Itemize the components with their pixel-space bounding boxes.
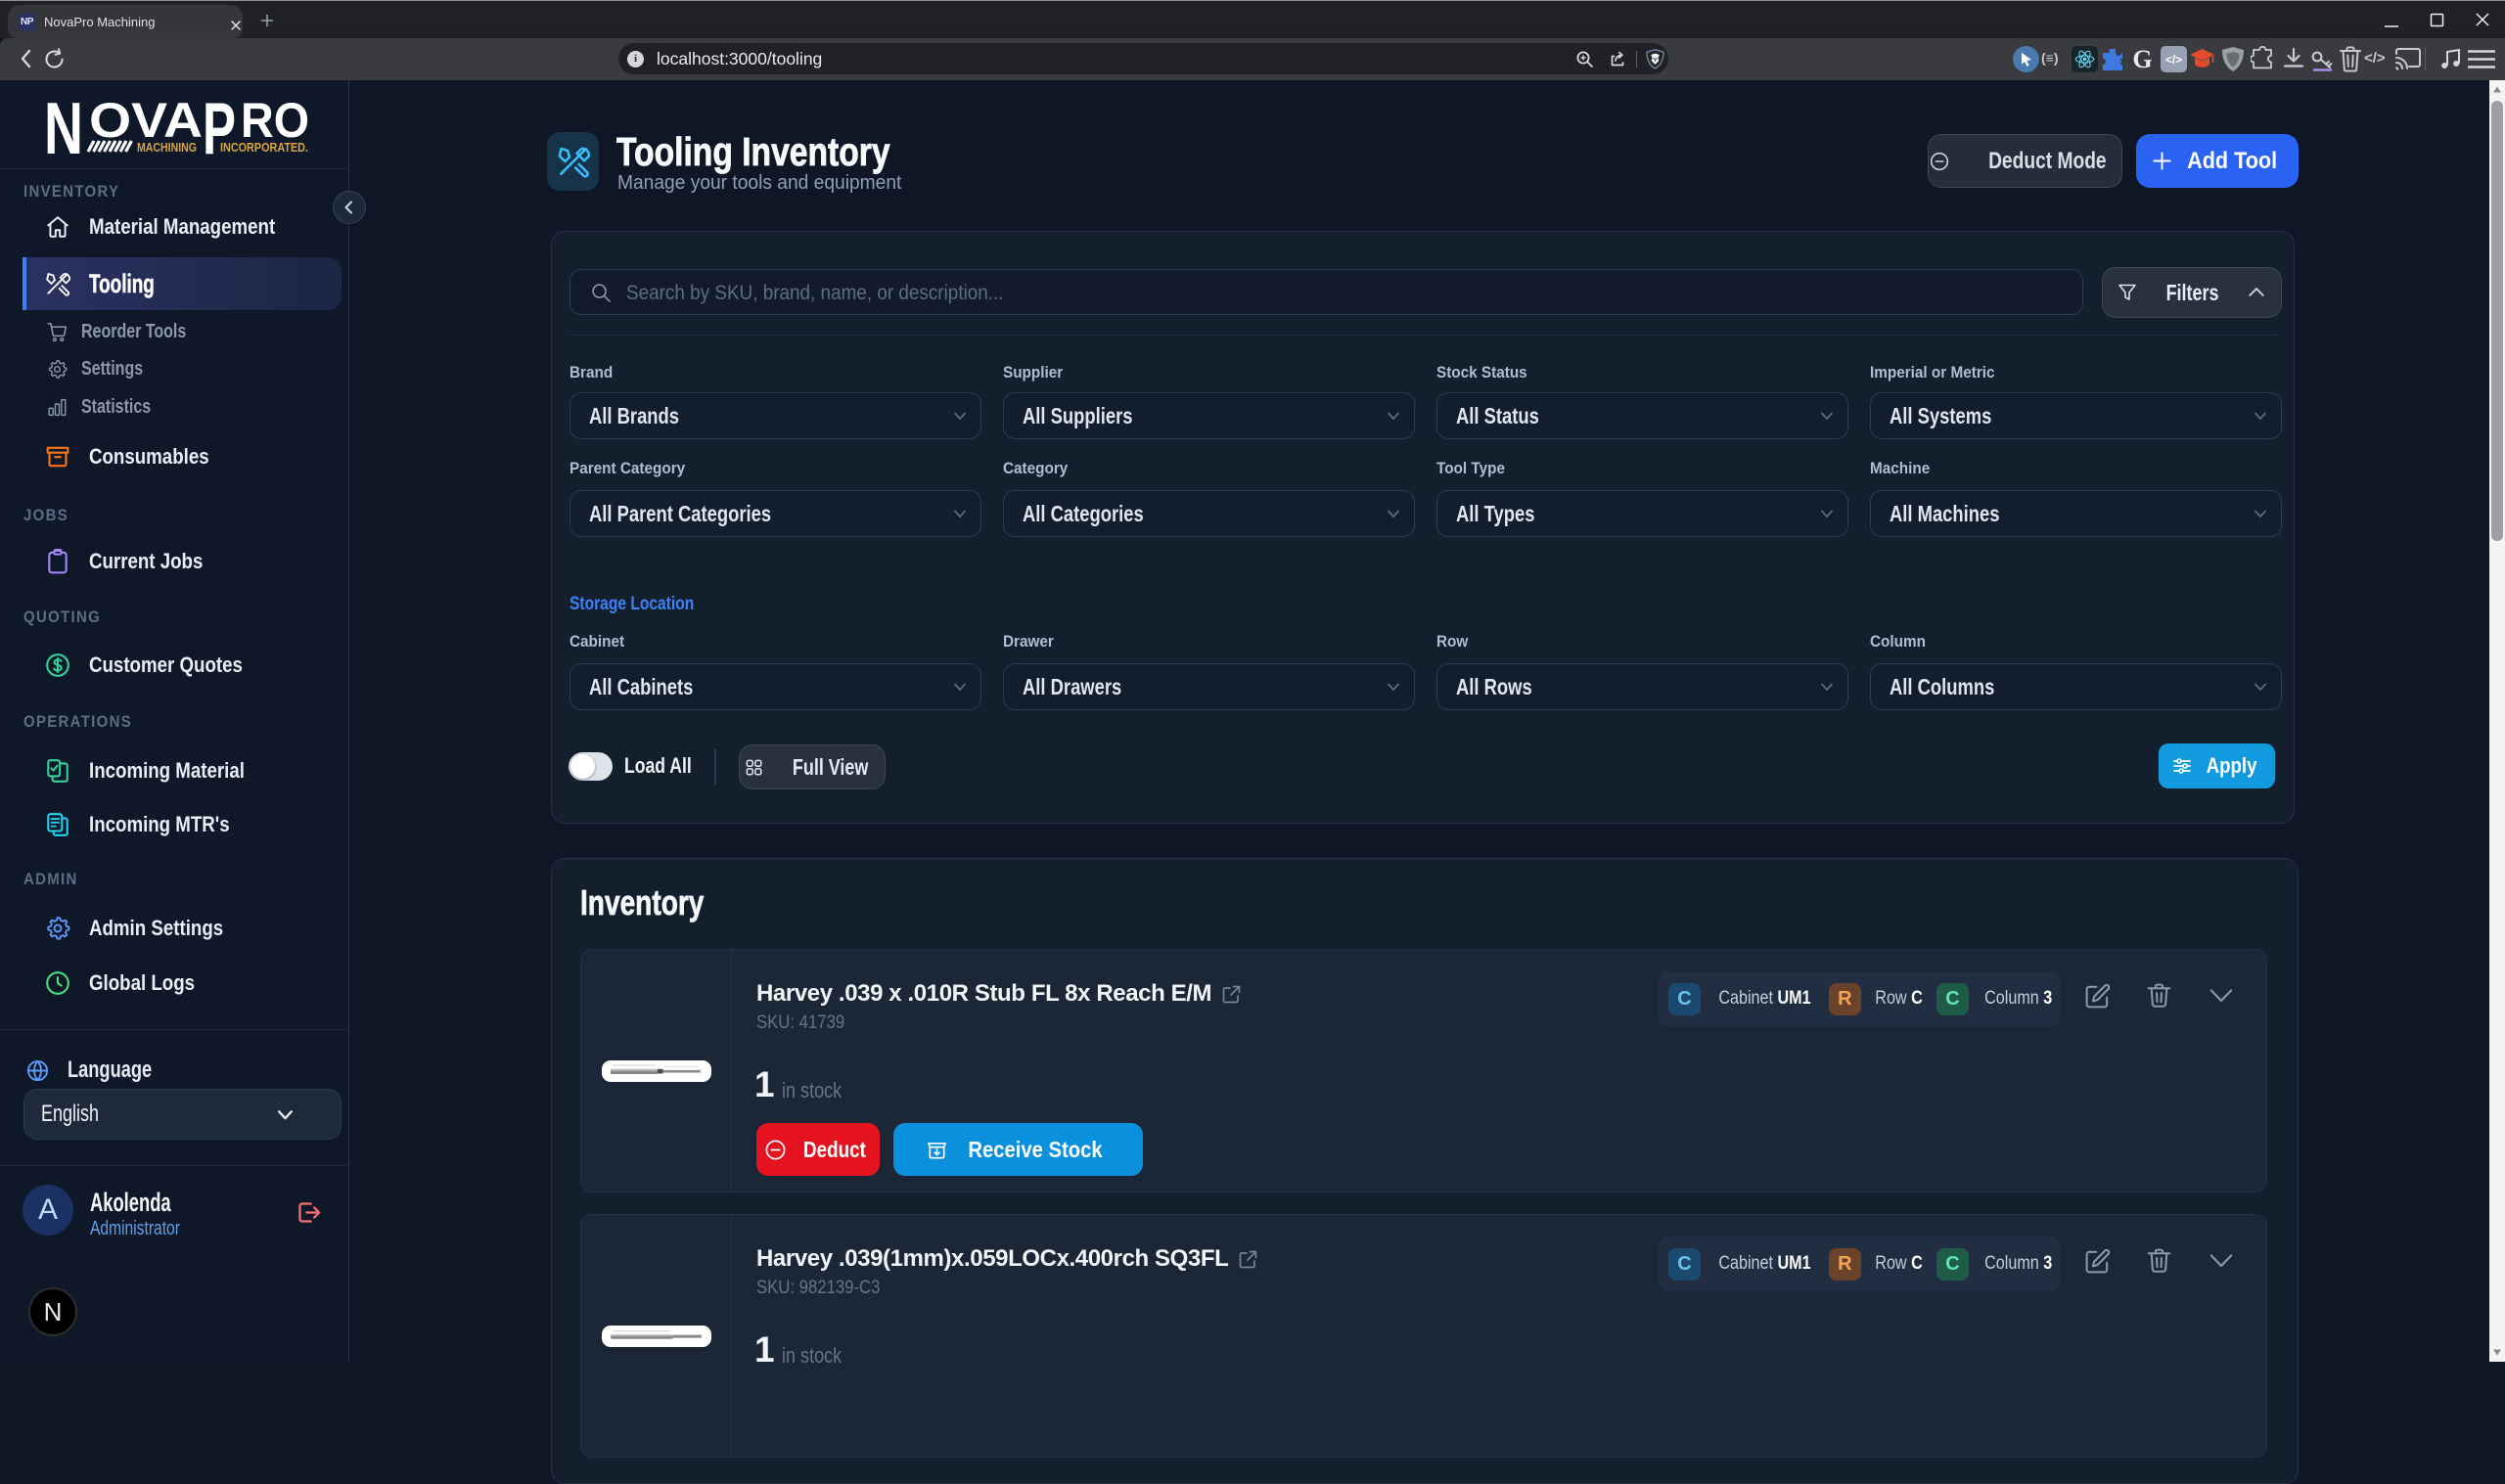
svg-text:P: P: [203, 87, 236, 168]
svg-text:MACHINING: MACHINING: [137, 140, 197, 155]
svg-text:INCORPORATED.: INCORPORATED.: [220, 140, 308, 155]
svg-text:N: N: [44, 87, 83, 168]
